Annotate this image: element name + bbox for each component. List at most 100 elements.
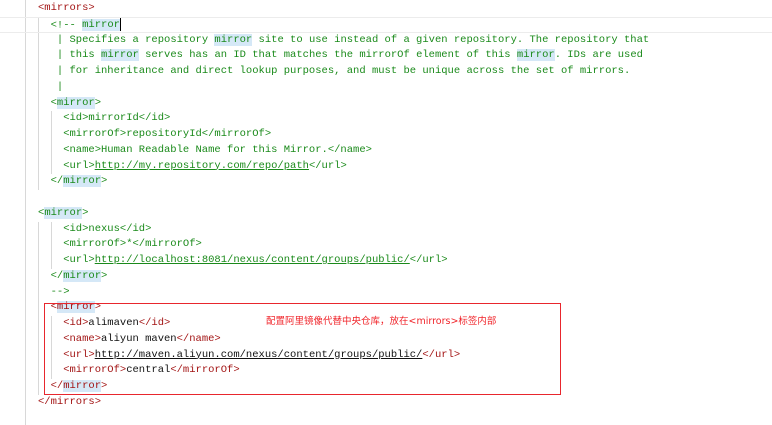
indent-guide xyxy=(50,142,52,159)
code-content: <mirror> xyxy=(51,96,101,112)
code-content: <url>http://localhost:8081/nexus/content… xyxy=(63,253,447,269)
comment-text: > xyxy=(101,269,108,282)
comment-text: mirror xyxy=(516,49,555,62)
code-content: | xyxy=(50,80,64,96)
indent-guide xyxy=(38,79,39,96)
indent-guide xyxy=(50,237,52,253)
comment-text: <id>nexus</id> xyxy=(63,222,152,235)
code-content: <mirror> xyxy=(38,206,88,222)
indent-guide xyxy=(50,158,52,175)
comment-text: > xyxy=(82,206,89,219)
code-content: </mirror> xyxy=(50,174,108,190)
indent-guide xyxy=(38,64,39,80)
code-content: | Specifies a repository mirror site to … xyxy=(50,33,650,49)
comment-text: mirror xyxy=(63,175,102,188)
code-content: <url>http://my.repository.com/repo/path<… xyxy=(63,159,347,175)
comment-text: mirror xyxy=(82,19,120,32)
xml-tag: </mirrors> xyxy=(38,395,102,408)
code-line[interactable]: <id>mirrorId</id> xyxy=(0,111,772,127)
indent-guide xyxy=(38,95,39,112)
indent-guide xyxy=(50,127,52,143)
code-line[interactable]: <url>http://my.repository.com/repo/path<… xyxy=(0,158,772,175)
code-line[interactable]: <name>Human Readable Name for this Mirro… xyxy=(0,142,772,159)
text-cursor xyxy=(119,17,121,31)
comment-text: < xyxy=(50,96,57,109)
comment-text: | Specifies a repository xyxy=(50,33,215,46)
indent-guide xyxy=(38,174,39,190)
code-content: <mirrorOf>repositoryId</mirrorOf> xyxy=(63,127,271,143)
indent-guide xyxy=(38,158,39,175)
code-content: <mirrors> xyxy=(38,1,95,17)
indent-guide xyxy=(50,111,52,127)
code-line[interactable]: <mirrorOf>*</mirrorOf> xyxy=(0,237,772,253)
code-url[interactable]: http://localhost:8081/nexus/content/grou… xyxy=(95,254,410,266)
indent-guide xyxy=(38,300,39,316)
comment-text: </ xyxy=(50,269,64,282)
indent-guide xyxy=(38,331,39,348)
indent-guide xyxy=(38,111,39,127)
comment-text: serves has an ID that matches the mirror… xyxy=(138,49,517,62)
code-line[interactable]: | for inheritance and direct lookup purp… xyxy=(0,64,772,80)
code-line[interactable]: </mirror> xyxy=(0,268,772,285)
code-line[interactable]: <mirrors> xyxy=(0,1,772,17)
comment-text: | xyxy=(50,80,64,93)
indent-guide xyxy=(38,347,39,364)
comment-text: . IDs are used xyxy=(554,49,643,62)
indent-guide xyxy=(38,316,39,332)
indent-guide xyxy=(50,253,52,269)
code-content: | this mirror serves has an ID that matc… xyxy=(51,48,643,64)
code-line[interactable]: <url>http://localhost:8081/nexus/content… xyxy=(0,253,772,269)
code-line[interactable]: <mirror> xyxy=(0,206,772,222)
indent-guide xyxy=(38,221,39,238)
indent-guide xyxy=(38,142,39,159)
comment-text: site to use instead of a given repositor… xyxy=(252,33,650,46)
comment-text: <id>mirrorId</id> xyxy=(63,112,171,125)
comment-text: > xyxy=(101,175,108,188)
indent-guide xyxy=(38,379,39,395)
code-line[interactable]: <id>nexus</id> xyxy=(0,221,772,238)
comment-text: <url> xyxy=(63,254,95,266)
comment-text: <mirrorOf>repositoryId</mirrorOf> xyxy=(63,128,272,140)
comment-text: > xyxy=(94,96,102,109)
code-url[interactable]: http://my.repository.com/repo/path xyxy=(95,160,309,172)
code-line[interactable]: --> xyxy=(0,284,772,301)
code-content: <name>Human Readable Name for this Mirro… xyxy=(63,143,372,159)
comment-text: <!-- xyxy=(50,19,83,32)
comment-text: </url> xyxy=(409,254,448,266)
code-content: <mirrorOf>*</mirrorOf> xyxy=(63,237,202,253)
code-content: <!-- mirror xyxy=(50,17,121,33)
indent-guide xyxy=(50,221,52,238)
code-line[interactable]: </mirrors> xyxy=(0,395,772,411)
code-line[interactable]: | this mirror serves has an ID that matc… xyxy=(0,48,772,64)
code-line[interactable]: </mirror> xyxy=(0,174,772,190)
code-line[interactable]: <mirror> xyxy=(0,95,772,112)
code-content: <id>nexus</id> xyxy=(63,222,151,238)
indent-guide xyxy=(38,127,39,143)
code-content: --> xyxy=(51,285,70,301)
indent-guide xyxy=(38,253,39,269)
indent-guide xyxy=(38,17,39,32)
comment-text: mirror xyxy=(44,206,83,219)
comment-text: mirror xyxy=(56,96,95,109)
code-content: <id>mirrorId</id> xyxy=(63,111,170,127)
code-line[interactable]: <!-- mirror xyxy=(0,16,772,33)
comment-text: | for inheritance and direct lookup purp… xyxy=(50,65,631,77)
indent-guide xyxy=(38,48,39,64)
indent-guide xyxy=(38,268,39,285)
code-line[interactable]: | xyxy=(0,79,772,96)
code-content: </mirror> xyxy=(50,269,108,285)
comment-text: mirror xyxy=(63,269,102,282)
indent-guide xyxy=(38,237,39,253)
comment-text: </ xyxy=(50,175,64,188)
annotation-note: 配置阿里镜像代替中央仓库，放在<mirrors>标签内部 xyxy=(266,316,497,327)
code-line[interactable]: <mirrorOf>repositoryId</mirrorOf> xyxy=(0,127,772,143)
code-content: </mirrors> xyxy=(38,395,101,411)
comment-text: </url> xyxy=(308,159,347,172)
code-line[interactable] xyxy=(0,190,772,206)
xml-tag: <mirrors> xyxy=(38,2,95,14)
comment-text: | this xyxy=(50,49,102,62)
comment-text: <name>Human Readable Name for this Mirro… xyxy=(63,143,372,156)
code-line[interactable]: | Specifies a repository mirror site to … xyxy=(0,32,772,49)
indent-guide xyxy=(38,363,39,379)
comment-text: <mirrorOf>*</mirrorOf> xyxy=(63,238,202,251)
